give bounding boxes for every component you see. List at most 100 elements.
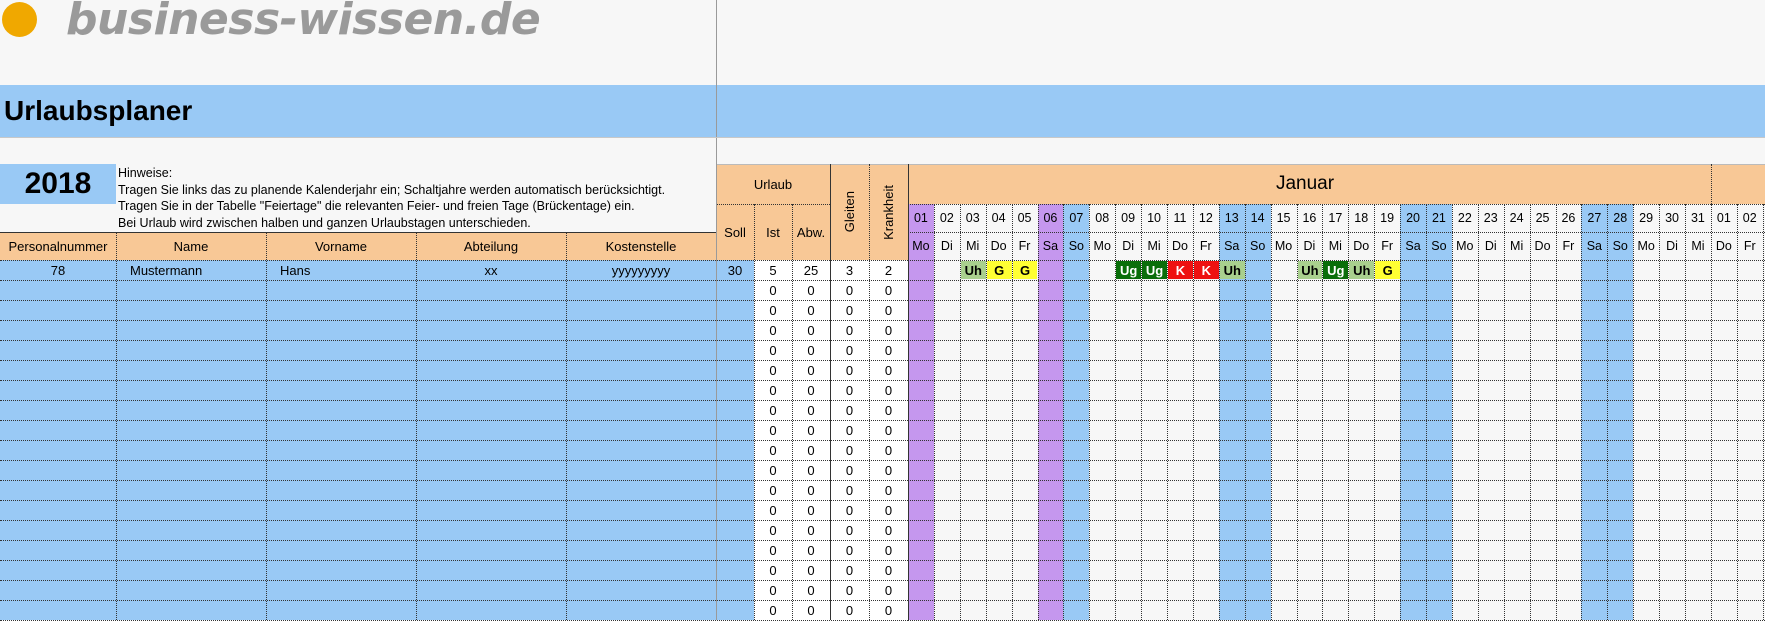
cell-gleiten[interactable]: 0 <box>830 380 869 400</box>
cell-gleiten[interactable]: 0 <box>830 480 869 500</box>
cell-ist[interactable]: 0 <box>754 400 792 420</box>
cell-soll[interactable]: 30 <box>716 260 754 280</box>
cell-soll[interactable] <box>716 560 754 580</box>
cell-empty[interactable] <box>566 340 716 360</box>
calendar-entry[interactable]: Ug <box>1116 261 1142 279</box>
cell-ist[interactable]: 0 <box>754 360 792 380</box>
cell-ist[interactable]: 0 <box>754 520 792 540</box>
cell-abw[interactable]: 0 <box>792 400 830 420</box>
cell-soll[interactable] <box>716 340 754 360</box>
cell-soll[interactable] <box>716 380 754 400</box>
cell-empty[interactable] <box>416 540 566 560</box>
calendar-entry[interactable]: Uh <box>1349 261 1375 279</box>
cell-empty[interactable] <box>566 380 716 400</box>
cell-abw[interactable]: 0 <box>792 480 830 500</box>
cell-empty[interactable] <box>0 560 116 580</box>
cell-empty[interactable] <box>0 320 116 340</box>
cell-empty[interactable] <box>416 460 566 480</box>
year-cell[interactable]: 2018 <box>0 164 116 204</box>
cell-empty[interactable] <box>416 580 566 600</box>
cell-abteilung[interactable]: xx <box>416 260 566 280</box>
cell-empty[interactable] <box>116 600 266 620</box>
cell-soll[interactable] <box>716 300 754 320</box>
cell-empty[interactable] <box>0 440 116 460</box>
cell-krankheit[interactable]: 0 <box>869 540 908 560</box>
cell-empty[interactable] <box>416 400 566 420</box>
cell-empty[interactable] <box>266 480 416 500</box>
cell-empty[interactable] <box>566 520 716 540</box>
cell-soll[interactable] <box>716 400 754 420</box>
cell-ist[interactable]: 0 <box>754 560 792 580</box>
cell-empty[interactable] <box>566 300 716 320</box>
cell-empty[interactable] <box>266 460 416 480</box>
calendar-entry[interactable]: G <box>1375 261 1401 279</box>
cell-empty[interactable] <box>266 280 416 300</box>
cell-empty[interactable] <box>116 420 266 440</box>
calendar-entry[interactable]: Uh <box>1297 261 1323 279</box>
cell-vorname[interactable]: Hans <box>266 260 416 280</box>
cell-empty[interactable] <box>116 360 266 380</box>
cell-krankheit[interactable]: 0 <box>869 560 908 580</box>
cell-soll[interactable] <box>716 320 754 340</box>
cell-krankheit[interactable]: 0 <box>869 300 908 320</box>
cell-krankheit[interactable]: 0 <box>869 440 908 460</box>
cell-empty[interactable] <box>566 540 716 560</box>
cell-empty[interactable] <box>0 540 116 560</box>
cell-empty[interactable] <box>116 400 266 420</box>
cell-empty[interactable] <box>266 520 416 540</box>
cell-empty[interactable] <box>416 600 566 620</box>
calendar-entry[interactable]: G <box>986 261 1012 279</box>
cell-empty[interactable] <box>566 460 716 480</box>
cell-empty[interactable] <box>566 600 716 620</box>
cell-abw[interactable]: 0 <box>792 340 830 360</box>
cell-krankheit[interactable]: 0 <box>869 480 908 500</box>
cell-empty[interactable] <box>116 460 266 480</box>
cell-empty[interactable] <box>116 560 266 580</box>
cell-gleiten[interactable]: 0 <box>830 600 869 620</box>
cell-empty[interactable] <box>266 540 416 560</box>
cell-empty[interactable] <box>266 300 416 320</box>
cell-empty[interactable] <box>416 380 566 400</box>
cell-soll[interactable] <box>716 520 754 540</box>
cell-gleiten[interactable]: 0 <box>830 300 869 320</box>
calendar-entry[interactable]: Ug <box>1323 261 1349 279</box>
cell-krankheit[interactable]: 0 <box>869 340 908 360</box>
cell-ist[interactable]: 5 <box>754 260 792 280</box>
cell-ist[interactable]: 0 <box>754 480 792 500</box>
cell-abw[interactable]: 0 <box>792 320 830 340</box>
cell-ist[interactable]: 0 <box>754 280 792 300</box>
cell-empty[interactable] <box>0 280 116 300</box>
cell-gleiten[interactable]: 0 <box>830 280 869 300</box>
cell-gleiten[interactable]: 0 <box>830 420 869 440</box>
cell-empty[interactable] <box>116 320 266 340</box>
cell-krankheit[interactable]: 0 <box>869 380 908 400</box>
calendar-entry[interactable]: K <box>1193 261 1219 279</box>
cell-empty[interactable] <box>0 380 116 400</box>
cell-abw[interactable]: 0 <box>792 600 830 620</box>
cell-personalnummer[interactable]: 78 <box>0 260 116 280</box>
cell-gleiten[interactable]: 0 <box>830 560 869 580</box>
cell-empty[interactable] <box>116 480 266 500</box>
calendar-entry[interactable]: G <box>1012 261 1038 279</box>
cell-empty[interactable] <box>116 380 266 400</box>
cell-soll[interactable] <box>716 500 754 520</box>
cell-empty[interactable] <box>566 360 716 380</box>
cell-empty[interactable] <box>566 420 716 440</box>
cell-empty[interactable] <box>566 560 716 580</box>
calendar-entry[interactable]: K <box>1168 261 1193 279</box>
cell-krankheit[interactable]: 0 <box>869 580 908 600</box>
cell-empty[interactable] <box>116 300 266 320</box>
cell-empty[interactable] <box>416 500 566 520</box>
cell-abw[interactable]: 0 <box>792 560 830 580</box>
cell-abw[interactable]: 0 <box>792 440 830 460</box>
cell-ist[interactable]: 0 <box>754 600 792 620</box>
cell-empty[interactable] <box>0 480 116 500</box>
cell-empty[interactable] <box>266 380 416 400</box>
cell-gleiten[interactable]: 0 <box>830 360 869 380</box>
cell-empty[interactable] <box>416 320 566 340</box>
cell-empty[interactable] <box>0 360 116 380</box>
cell-krankheit[interactable]: 0 <box>869 420 908 440</box>
cell-empty[interactable] <box>266 600 416 620</box>
cell-ist[interactable]: 0 <box>754 320 792 340</box>
cell-abw[interactable]: 25 <box>792 260 830 280</box>
